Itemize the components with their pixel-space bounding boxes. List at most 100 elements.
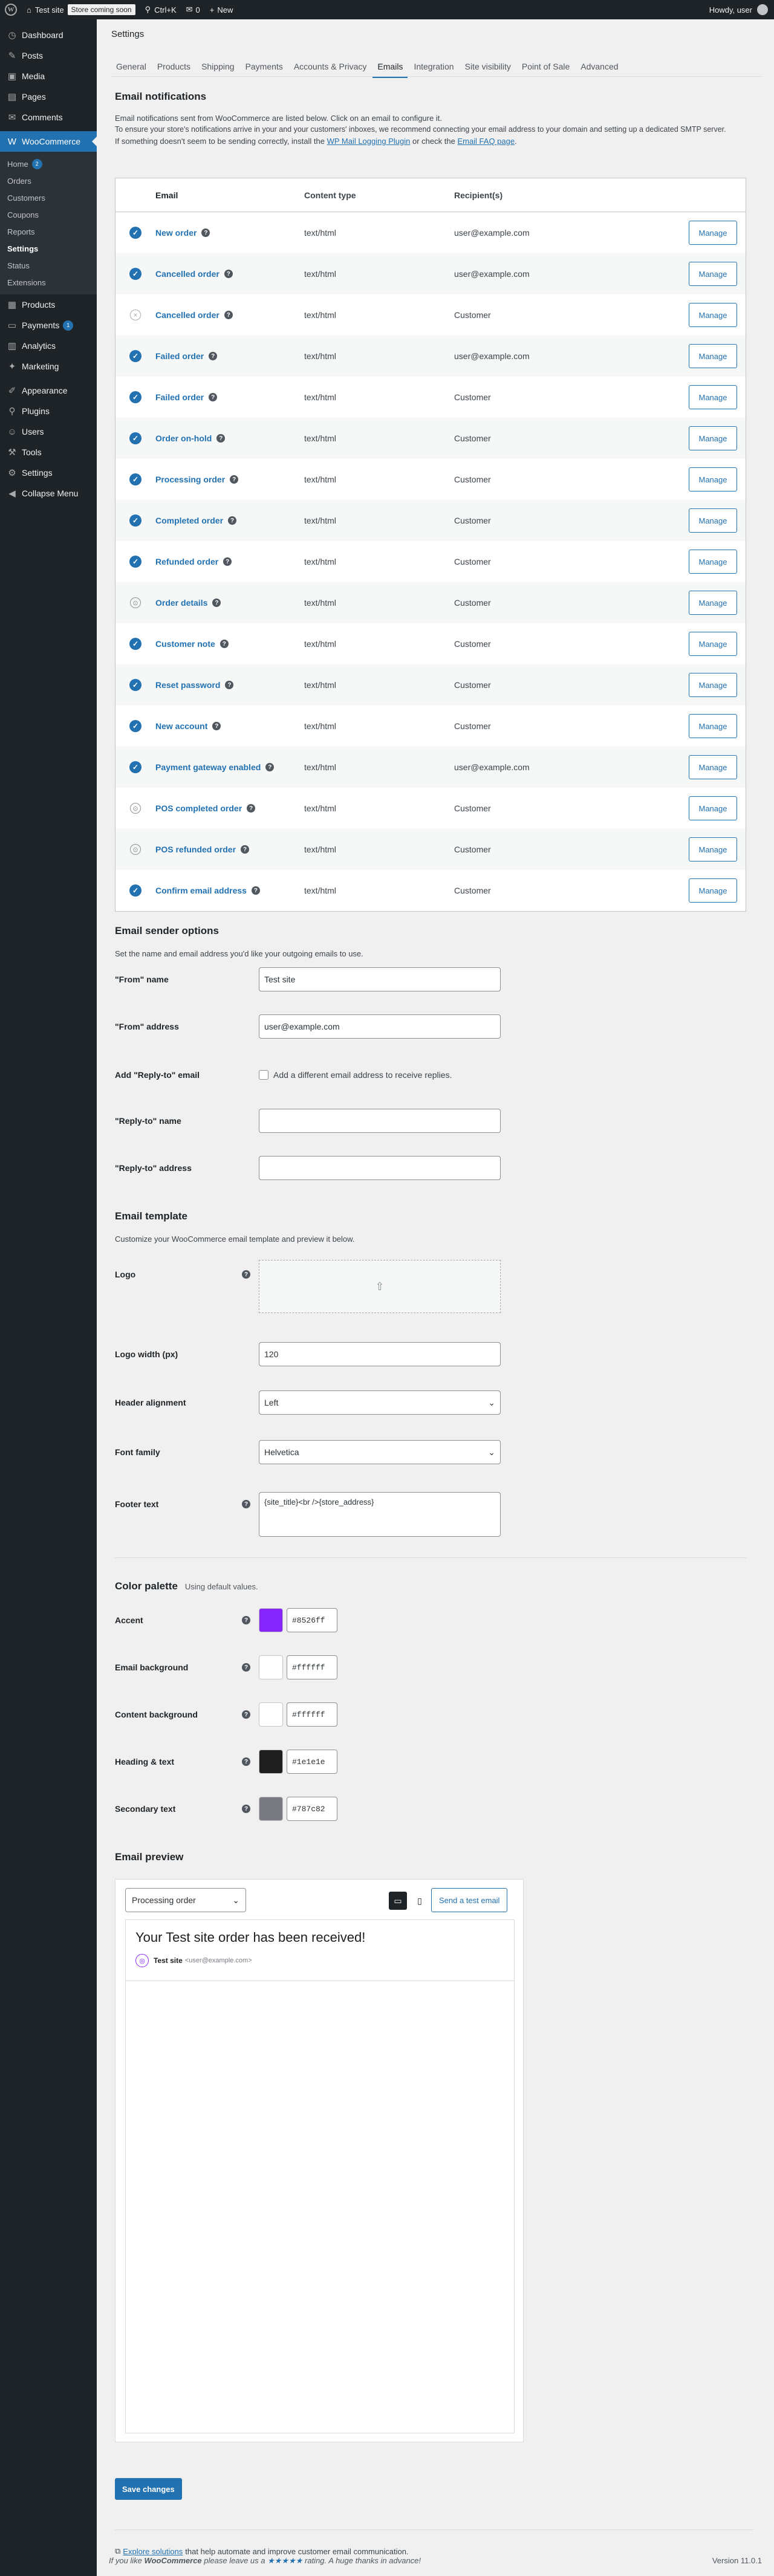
color-swatch[interactable]: [259, 1750, 283, 1774]
tab-advanced[interactable]: Advanced: [576, 57, 623, 78]
manage-button[interactable]: Manage: [689, 673, 737, 697]
submenu-item-home[interactable]: Home 2: [0, 155, 97, 172]
color-swatch[interactable]: [259, 1702, 283, 1727]
save-changes-button[interactable]: Save changes: [115, 2478, 182, 2500]
email-name-link[interactable]: Failed order: [155, 392, 204, 402]
email-name-link[interactable]: Order on-hold: [155, 433, 212, 443]
help-icon[interactable]: ?: [247, 804, 256, 813]
submenu-item-coupons[interactable]: Coupons: [0, 206, 97, 223]
preview-email-type-select[interactable]: Processing order ⌄: [125, 1888, 246, 1912]
manage-button[interactable]: Manage: [689, 714, 737, 738]
help-icon[interactable]: ?: [242, 1710, 250, 1719]
help-icon[interactable]: ?: [242, 1663, 250, 1672]
from-address-input[interactable]: user@example.com: [259, 1014, 501, 1039]
color-swatch[interactable]: [259, 1797, 283, 1821]
sidebar-item-payments[interactable]: ▭ Payments 1: [0, 315, 97, 336]
sidebar-item-plugins[interactable]: ⚲ Plugins: [0, 401, 97, 421]
email-name-link[interactable]: New account: [155, 721, 207, 731]
manage-button[interactable]: Manage: [689, 344, 737, 368]
manage-button[interactable]: Manage: [689, 385, 737, 409]
logo-upload-area[interactable]: ⇧: [259, 1260, 501, 1313]
tab-accounts-privacy[interactable]: Accounts & Privacy: [289, 57, 372, 78]
hex-color-input[interactable]: #1e1e1e: [287, 1750, 337, 1774]
help-icon[interactable]: ?: [242, 1757, 250, 1766]
command-palette-button[interactable]: ⚲ Ctrl+K: [140, 0, 181, 19]
email-name-link[interactable]: New order: [155, 228, 197, 238]
sidebar-item-woocommerce[interactable]: W WooCommerce: [0, 131, 97, 152]
header-alignment-select[interactable]: Left ⌄: [259, 1390, 501, 1415]
coming-soon-badge[interactable]: Store coming soon: [67, 4, 135, 15]
help-icon[interactable]: ?: [242, 1805, 250, 1813]
hex-color-input[interactable]: #8526ff: [287, 1608, 337, 1632]
hex-color-input[interactable]: #ffffff: [287, 1655, 337, 1679]
manage-button[interactable]: Manage: [689, 755, 737, 779]
reply-to-address-input[interactable]: [259, 1156, 501, 1180]
help-icon[interactable]: ?: [230, 475, 239, 484]
email-name-link[interactable]: Reset password: [155, 680, 220, 690]
sidebar-item-pages[interactable]: ▤ Pages: [0, 86, 97, 107]
submenu-item-reports[interactable]: Reports: [0, 223, 97, 240]
hex-color-input[interactable]: #787c82: [287, 1797, 337, 1821]
tab-point-of-sale[interactable]: Point of Sale: [517, 57, 574, 78]
tab-integration[interactable]: Integration: [409, 57, 458, 78]
comments-link[interactable]: ✉ 0: [181, 0, 205, 19]
email-name-link[interactable]: Confirm email address: [155, 886, 247, 895]
email-faq-link[interactable]: Email FAQ page: [457, 137, 515, 146]
tab-site-visibility[interactable]: Site visibility: [460, 57, 516, 78]
help-icon[interactable]: ?: [223, 557, 232, 566]
submenu-item-orders[interactable]: Orders: [0, 172, 97, 189]
email-name-link[interactable]: POS refunded order: [155, 845, 236, 854]
email-name-link[interactable]: Completed order: [155, 516, 223, 525]
email-name-link[interactable]: POS completed order: [155, 803, 242, 813]
help-icon[interactable]: ?: [224, 270, 233, 278]
help-icon[interactable]: ?: [242, 1616, 250, 1624]
email-name-link[interactable]: Customer note: [155, 639, 215, 649]
help-icon[interactable]: ?: [212, 722, 221, 730]
tab-payments[interactable]: Payments: [241, 57, 288, 78]
from-name-input[interactable]: Test site: [259, 967, 501, 991]
new-content-link[interactable]: + New: [205, 0, 238, 19]
user-account-menu[interactable]: Howdy, user: [704, 0, 774, 19]
manage-button[interactable]: Manage: [689, 632, 737, 656]
help-icon[interactable]: ?: [242, 1270, 250, 1279]
tab-emails[interactable]: Emails: [372, 57, 408, 78]
sidebar-item-dashboard[interactable]: ◷ Dashboard: [0, 25, 97, 45]
sidebar-item-users[interactable]: ☺ Users: [0, 421, 97, 442]
email-name-link[interactable]: Processing order: [155, 475, 225, 484]
site-name-link[interactable]: ⌂ Test site Store coming soon: [22, 0, 140, 19]
help-icon[interactable]: ?: [242, 1500, 250, 1508]
manage-button[interactable]: Manage: [689, 467, 737, 492]
help-icon[interactable]: ?: [201, 229, 210, 237]
sidebar-item-comments[interactable]: ✉ Comments: [0, 107, 97, 128]
help-icon[interactable]: ?: [216, 434, 226, 443]
help-icon[interactable]: ?: [220, 640, 229, 648]
tab-products[interactable]: Products: [152, 57, 195, 78]
help-icon[interactable]: ?: [251, 886, 260, 895]
tab-general[interactable]: General: [111, 57, 151, 78]
send-test-email-button[interactable]: Send a test email: [431, 1888, 508, 1912]
sidebar-item-analytics[interactable]: ▥ Analytics: [0, 336, 97, 356]
color-swatch[interactable]: [259, 1655, 283, 1679]
wp-logo-icon[interactable]: W: [0, 0, 22, 19]
help-icon[interactable]: ?: [265, 763, 275, 771]
tab-shipping[interactable]: Shipping: [197, 57, 239, 78]
logo-width-input[interactable]: 120: [259, 1342, 501, 1366]
manage-button[interactable]: Manage: [689, 796, 737, 820]
email-name-link[interactable]: Failed order: [155, 351, 204, 361]
manage-button[interactable]: Manage: [689, 426, 737, 450]
submenu-item-extensions[interactable]: Extensions: [0, 274, 97, 291]
help-icon[interactable]: ?: [212, 599, 221, 607]
sidebar-item-collapse-menu[interactable]: ◀ Collapse Menu: [0, 483, 97, 504]
email-name-link[interactable]: Cancelled order: [155, 269, 220, 279]
font-family-select[interactable]: Helvetica ⌄: [259, 1440, 501, 1464]
email-name-link[interactable]: Cancelled order: [155, 310, 220, 320]
help-icon[interactable]: ?: [241, 845, 250, 854]
wp-mail-logging-link[interactable]: WP Mail Logging Plugin: [327, 137, 411, 146]
email-name-link[interactable]: Payment gateway enabled: [155, 762, 261, 772]
rating-stars-link[interactable]: ★★★★★: [267, 2556, 302, 2565]
help-icon[interactable]: ?: [209, 393, 218, 401]
help-icon[interactable]: ?: [209, 352, 218, 360]
submenu-item-customers[interactable]: Customers: [0, 189, 97, 206]
manage-button[interactable]: Manage: [689, 878, 737, 903]
hex-color-input[interactable]: #ffffff: [287, 1702, 337, 1727]
